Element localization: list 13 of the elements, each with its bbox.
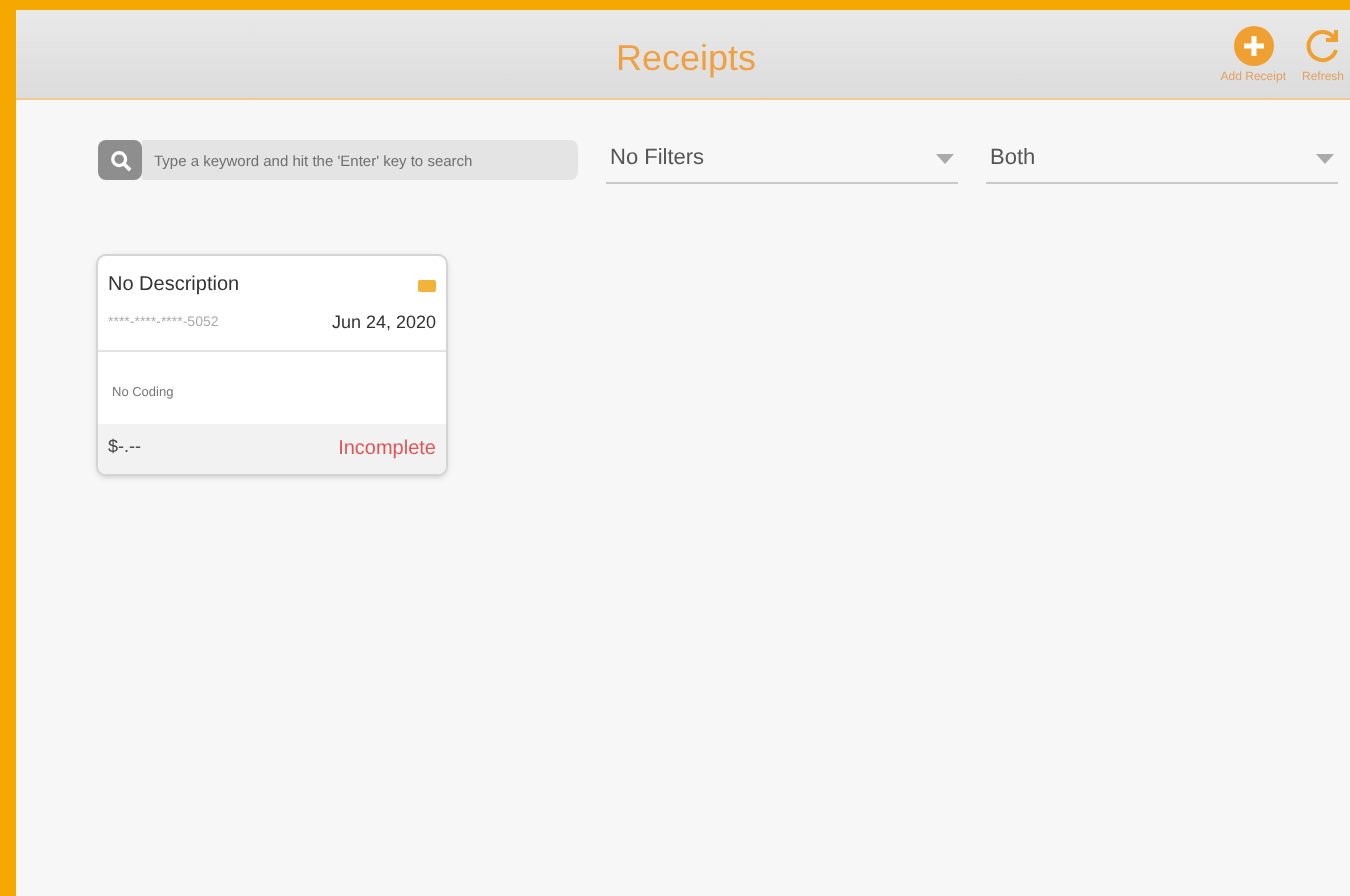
page-title: Receipts bbox=[616, 36, 757, 82]
refresh-icon bbox=[1302, 26, 1343, 66]
filter-dropdown[interactable]: No Filters bbox=[606, 136, 958, 184]
dropdown-caret-icon bbox=[936, 154, 954, 164]
dropdown-caret-icon bbox=[1316, 154, 1334, 164]
search-icon bbox=[98, 140, 142, 180]
credit-card-icon bbox=[418, 279, 436, 291]
filter-dropdown[interactable]: Both bbox=[986, 136, 1338, 184]
receipt-amount: $-.-- bbox=[108, 434, 141, 461]
receipt-date: Jun 24, 2020 bbox=[331, 310, 436, 336]
receipt-description: No Description bbox=[108, 272, 240, 300]
receipt-status: Incomplete bbox=[338, 435, 436, 463]
add-icon bbox=[1233, 26, 1274, 66]
